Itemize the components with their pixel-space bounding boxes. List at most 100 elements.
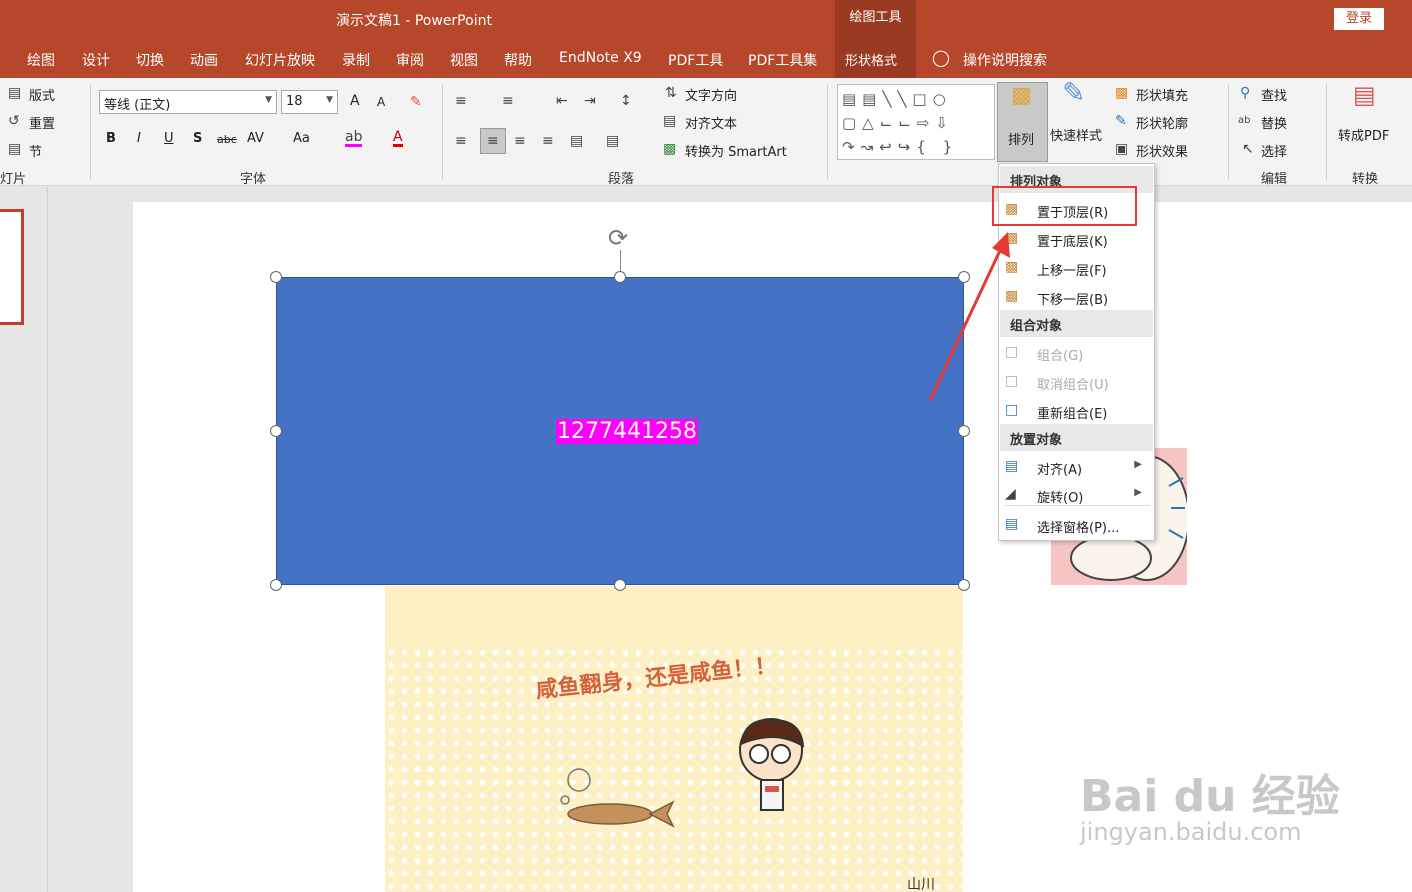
resize-handle-bottom-left[interactable]: [270, 579, 282, 591]
columns-icon[interactable]: ▤: [606, 134, 619, 148]
strikethrough-button[interactable]: abc: [217, 133, 237, 146]
tab-help[interactable]: 帮助: [504, 50, 532, 70]
italic-button[interactable]: I: [137, 131, 141, 146]
cartoon-picture[interactable]: 咸鱼翻身，还是咸鱼！！ 山川: [385, 586, 963, 892]
clear-format-icon[interactable]: ✎: [410, 95, 422, 109]
convert-pdf-button[interactable]: 转成PDF: [1338, 125, 1389, 144]
arrange-button[interactable]: ▩ 排列: [997, 82, 1048, 162]
shadow-button[interactable]: S: [193, 131, 202, 146]
line-spacing-icon[interactable]: ↕: [620, 94, 632, 108]
decrease-indent-icon[interactable]: ⇤: [556, 94, 568, 108]
menu-item-send-to-back[interactable]: ▩ 置于底层(K): [999, 226, 1154, 252]
menu-header-position: 放置对象: [1000, 424, 1153, 451]
layout-button[interactable]: 版式: [29, 85, 55, 104]
tab-design[interactable]: 设计: [82, 50, 110, 70]
fish-illustration: [560, 768, 675, 828]
rotate-handle-icon[interactable]: ⟳: [608, 224, 628, 252]
shape-fill-button[interactable]: 形状填充: [1136, 85, 1188, 104]
tab-animations[interactable]: 动画: [190, 50, 218, 70]
section-button[interactable]: 节: [29, 141, 42, 160]
selection-pane-icon: ▤: [1005, 516, 1019, 532]
align-text-button[interactable]: 对齐文本: [685, 113, 737, 132]
tab-draw[interactable]: 绘图: [27, 50, 55, 70]
watermark-url: jingyan.baidu.com: [1080, 818, 1302, 846]
lightbulb-icon: ◯: [932, 48, 950, 67]
change-case-button[interactable]: Aa: [293, 131, 310, 146]
increase-indent-icon[interactable]: ⇥: [584, 94, 596, 108]
tab-endnote[interactable]: EndNote X9: [559, 50, 642, 66]
font-color-icon[interactable]: A: [393, 130, 403, 147]
tab-view[interactable]: 视图: [450, 50, 478, 70]
resize-handle-top-left[interactable]: [270, 271, 282, 283]
select-button[interactable]: 选择: [1261, 141, 1287, 160]
chevron-right-icon: ▶: [1134, 487, 1142, 498]
shrink-font-button[interactable]: A: [377, 95, 385, 109]
quick-styles-button[interactable]: 快速样式: [1050, 125, 1102, 144]
menu-item-label: 置于底层(K): [1037, 235, 1108, 250]
font-size-value: 18: [286, 94, 303, 109]
reset-icon: ↺: [8, 113, 20, 129]
outline-icon: ✎: [1115, 113, 1127, 129]
watermark-brand: Bai du 经验: [1080, 771, 1340, 822]
effects-icon: ▣: [1115, 141, 1129, 157]
tab-slideshow[interactable]: 幻灯片放映: [245, 50, 315, 70]
tab-record[interactable]: 录制: [342, 50, 370, 70]
font-name-select[interactable]: 等线 (正文) ▼: [99, 90, 277, 114]
resize-handle-bottom-right[interactable]: [958, 579, 970, 591]
justify-icon[interactable]: ≡: [542, 134, 554, 148]
menu-item-bring-forward[interactable]: ▩ 上移一层(F): [999, 255, 1154, 281]
tab-review[interactable]: 审阅: [396, 50, 424, 70]
cursor-icon: ↖: [1242, 141, 1254, 157]
numbering-icon[interactable]: ≡: [502, 94, 514, 108]
menu-item-label: 取消组合(U): [1037, 378, 1109, 393]
convert-smartart-button[interactable]: 转换为 SmartArt: [685, 141, 787, 160]
align-right-icon[interactable]: ≡: [514, 134, 526, 148]
picture-corner-mark: 山川: [907, 877, 935, 892]
char-spacing-button[interactable]: AV: [247, 131, 264, 146]
underline-button[interactable]: U: [164, 131, 174, 146]
grow-font-button[interactable]: A: [350, 93, 360, 109]
resize-handle-top[interactable]: [614, 271, 626, 283]
distribute-icon[interactable]: ▤: [570, 134, 583, 148]
slide-thumbnail-pane: [0, 187, 48, 892]
font-size-select[interactable]: 18 ▼: [281, 90, 338, 114]
slide-thumbnail[interactable]: [0, 209, 24, 325]
menu-item-send-backward[interactable]: ▩ 下移一层(B): [999, 284, 1154, 310]
text-direction-button[interactable]: 文字方向: [685, 85, 737, 104]
shapes-gallery[interactable]: ▤▤╲╲□○ ▢△⌙⌙⇨⇩ ↷↝↩↪{ }: [837, 84, 995, 160]
align-icon: ▤: [1005, 458, 1019, 474]
arrange-icon: ▩: [1011, 83, 1032, 108]
bullets-icon[interactable]: ≡: [455, 94, 467, 108]
tab-transitions[interactable]: 切换: [136, 50, 164, 70]
menu-item-regroup[interactable]: □ 重新组合(E): [999, 398, 1154, 424]
fill-icon: ▩: [1115, 85, 1129, 101]
menu-item-align[interactable]: ▤ 对齐(A) ▶: [999, 454, 1154, 480]
find-button[interactable]: 查找: [1261, 85, 1287, 104]
shape-outline-button[interactable]: 形状轮廓: [1136, 113, 1188, 132]
menu-item-selection-pane[interactable]: ▤ 选择窗格(P)...: [999, 512, 1154, 538]
menu-item-label: 上移一层(F): [1037, 264, 1107, 279]
resize-handle-right[interactable]: [958, 425, 970, 437]
menu-item-ungroup: □ 取消组合(U): [999, 369, 1154, 395]
tell-me-search[interactable]: 操作说明搜索: [963, 50, 1047, 70]
tab-shape-format-label: 形状格式: [845, 54, 898, 69]
reset-button[interactable]: 重置: [29, 113, 55, 132]
resize-handle-left[interactable]: [270, 425, 282, 437]
tab-pdf-toolset[interactable]: PDF工具集: [748, 50, 817, 70]
highlight-color-icon[interactable]: ab: [345, 130, 363, 147]
bold-button[interactable]: B: [106, 131, 116, 146]
shape-effects-button[interactable]: 形状效果: [1136, 141, 1188, 160]
resize-handle-bottom[interactable]: [614, 579, 626, 591]
smartart-icon: ▩: [663, 141, 677, 157]
login-button[interactable]: 登录: [1334, 8, 1384, 30]
replace-button[interactable]: 替换: [1261, 113, 1287, 132]
tab-pdf-tools[interactable]: PDF工具: [668, 50, 723, 70]
tab-shape-format[interactable]: 形状格式: [835, 40, 916, 78]
menu-item-label: 组合(G): [1037, 349, 1084, 364]
align-left-icon[interactable]: ≡: [455, 134, 467, 148]
font-group-label: 字体: [240, 172, 267, 187]
boy-illustration: [739, 718, 805, 811]
shape-text[interactable]: 1277441258: [556, 419, 698, 444]
menu-divider: [1005, 505, 1150, 506]
align-center-icon[interactable]: ≡: [480, 128, 506, 154]
